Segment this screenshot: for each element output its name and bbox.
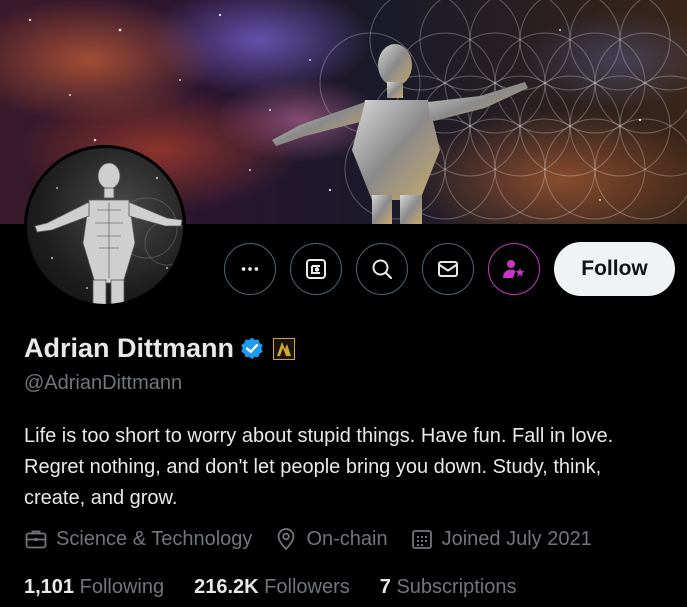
- followers-label: Followers: [264, 576, 350, 598]
- profile-name-row: Adrian Dittmann: [24, 333, 296, 364]
- followers-count: 216.2K: [194, 576, 259, 598]
- profile-avatar[interactable]: [24, 145, 186, 307]
- meta-joined: Joined July 2021: [410, 527, 592, 551]
- location-text: On-chain: [306, 527, 388, 550]
- category-text: Science & Technology: [56, 527, 253, 550]
- subscriptions-label: Subscriptions: [396, 576, 517, 598]
- subscribe-button[interactable]: [488, 243, 540, 295]
- following-count: 1,101: [24, 576, 75, 598]
- profile-name: Adrian Dittmann: [24, 333, 235, 363]
- grok-button[interactable]: [290, 243, 342, 295]
- profile-bio: Life is too short to worry about stupid …: [24, 425, 614, 509]
- follow-button[interactable]: Follow: [554, 242, 675, 296]
- briefcase-icon: [25, 530, 47, 549]
- profile-stats: 1,101 Following 216.2K Followers 7 Subsc…: [24, 576, 547, 599]
- calendar-icon: [411, 530, 432, 549]
- location-pin-icon: [278, 528, 295, 551]
- meta-category: Science & Technology: [24, 527, 252, 551]
- profile-handle: @AdrianDittmann: [24, 372, 183, 394]
- search-icon: [372, 259, 393, 280]
- subscriptions-link[interactable]: 7 Subscriptions: [380, 576, 517, 599]
- search-button[interactable]: [356, 243, 408, 295]
- message-icon: [438, 261, 458, 277]
- message-button[interactable]: [422, 243, 474, 295]
- profile-meta: Science & Technology On-chain Joined Jul…: [24, 527, 614, 551]
- avatar-image: [34, 162, 183, 304]
- subscriptions-count: 7: [379, 576, 391, 598]
- following-label: Following: [79, 576, 165, 598]
- more-button[interactable]: [224, 243, 276, 295]
- joined-text: Joined July 2021: [441, 527, 592, 550]
- more-icon: [241, 267, 259, 271]
- following-link[interactable]: 1,101 Following: [24, 576, 164, 599]
- meta-location: On-chain: [274, 527, 388, 551]
- followers-link[interactable]: 216.2K Followers: [194, 576, 350, 599]
- subscribe-icon: [503, 260, 525, 278]
- affiliate-logo-icon[interactable]: [273, 337, 296, 360]
- verified-badge-icon[interactable]: [239, 336, 265, 362]
- grok-icon: [306, 259, 326, 279]
